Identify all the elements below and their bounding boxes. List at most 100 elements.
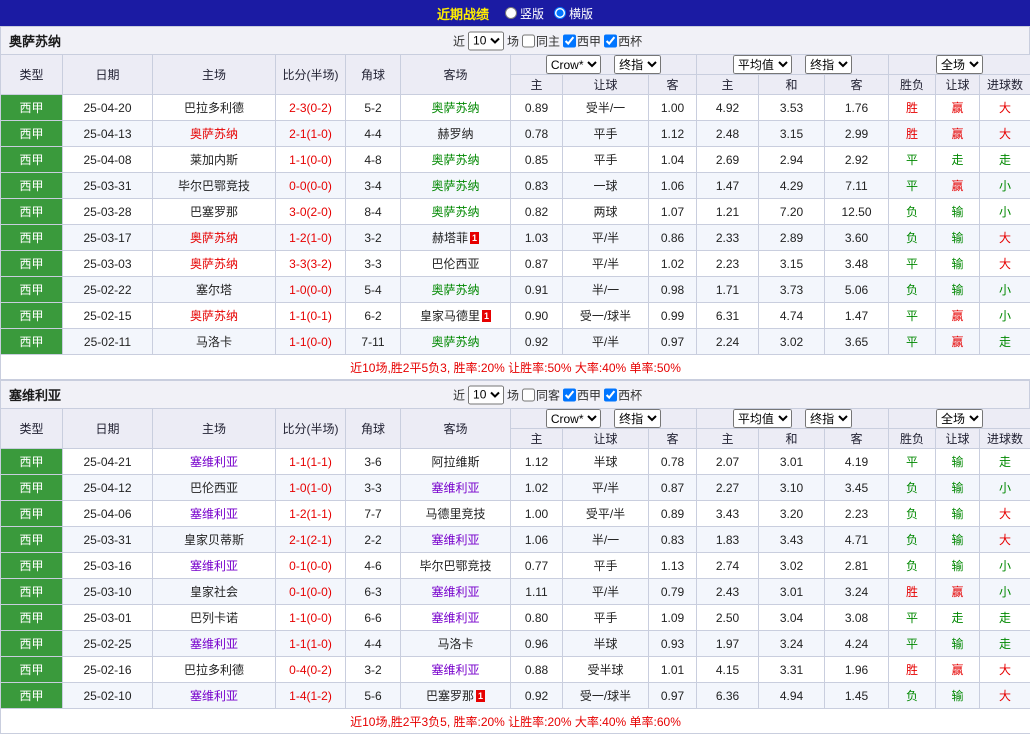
summary-text: 近10场,胜2平3负5, 胜率:20% 让胜率:20% 大率:40% 单率:60… — [1, 709, 1030, 734]
col-header-away: 客场 — [401, 55, 511, 95]
league-checkbox[interactable] — [563, 34, 576, 47]
corner-cell: 3-4 — [346, 173, 401, 199]
fulltime-select[interactable]: 全场 — [936, 409, 983, 428]
result-goals-cell: 小 — [980, 553, 1030, 579]
league-cell: 西甲 — [1, 501, 63, 527]
league-cell: 西甲 — [1, 631, 63, 657]
team-link[interactable]: 巴塞罗那 — [426, 689, 474, 703]
europe-away-odds-cell: 1.96 — [825, 657, 889, 683]
europe-stage-select[interactable]: 终指 — [805, 409, 852, 428]
team-link[interactable]: 塞维利亚 — [190, 507, 238, 521]
team-link[interactable]: 塞维利亚 — [431, 533, 479, 547]
team-link[interactable]: 巴塞罗那 — [190, 205, 238, 219]
team-link[interactable]: 莱加内斯 — [190, 153, 238, 167]
team-link[interactable]: 赫罗纳 — [437, 127, 473, 141]
team-link[interactable]: 奥萨苏纳 — [190, 257, 238, 271]
team-link[interactable]: 奥萨苏纳 — [431, 179, 479, 193]
same-venue-checkbox[interactable] — [522, 34, 535, 47]
league-cell: 西甲 — [1, 147, 63, 173]
team-link[interactable]: 奥萨苏纳 — [190, 309, 238, 323]
team-link[interactable]: 马洛卡 — [196, 335, 232, 349]
team-link[interactable]: 巴伦西亚 — [190, 481, 238, 495]
score-cell: 1-2(1-1) — [276, 501, 346, 527]
bookmaker-select[interactable]: Crow* — [546, 55, 601, 74]
league-cell: 西甲 — [1, 277, 63, 303]
team-link[interactable]: 奥萨苏纳 — [431, 335, 479, 349]
asia-stage-select[interactable]: 终指 — [614, 409, 661, 428]
team-link[interactable]: 塞尔塔 — [196, 283, 232, 297]
europe-avg-select[interactable]: 平均值 — [733, 409, 792, 428]
team-link[interactable]: 塞维利亚 — [431, 585, 479, 599]
layout-radio-vertical[interactable]: 竖版 — [505, 5, 544, 22]
layout-radio-vertical-input[interactable] — [505, 7, 517, 19]
asia-home-odds-cell: 0.88 — [511, 657, 563, 683]
europe-avg-select[interactable]: 平均值 — [733, 55, 792, 74]
league-checkbox-wrap[interactable]: 西甲 — [563, 386, 601, 403]
corner-cell: 4-4 — [346, 631, 401, 657]
asia-away-odds-cell: 0.97 — [649, 329, 697, 355]
same-venue-checkbox-wrap[interactable]: 同客 — [522, 386, 560, 403]
team-link[interactable]: 马德里竞技 — [425, 507, 485, 521]
home-team-cell: 巴拉多利德 — [153, 95, 276, 121]
same-venue-checkbox[interactable] — [522, 388, 535, 401]
same-venue-checkbox-wrap[interactable]: 同主 — [522, 32, 560, 49]
team-link[interactable]: 巴拉多利德 — [184, 101, 244, 115]
match-row: 西甲25-04-08莱加内斯1-1(0-0)4-8奥萨苏纳0.85平手1.042… — [1, 147, 1030, 173]
result-handicap-cell: 赢 — [936, 657, 980, 683]
col-header-type: 类型 — [1, 409, 63, 449]
team-link[interactable]: 阿拉维斯 — [431, 455, 479, 469]
team-link[interactable]: 巴拉多利德 — [184, 663, 244, 677]
team-link[interactable]: 巴伦西亚 — [431, 257, 479, 271]
score-cell: 2-3(0-2) — [276, 95, 346, 121]
europe-stage-select[interactable]: 终指 — [805, 55, 852, 74]
team-link[interactable]: 塞维利亚 — [431, 663, 479, 677]
europe-away-odds-cell: 7.11 — [825, 173, 889, 199]
recent-count-select[interactable]: 10 — [468, 31, 504, 50]
asia-away-odds-cell: 1.01 — [649, 657, 697, 683]
team-link[interactable]: 奥萨苏纳 — [190, 127, 238, 141]
result-handicap-cell: 输 — [936, 277, 980, 303]
team-link[interactable]: 塞维利亚 — [190, 559, 238, 573]
team-link[interactable]: 皇家社会 — [190, 585, 238, 599]
result-wdl-cell: 胜 — [889, 579, 936, 605]
league-checkbox-wrap[interactable]: 西甲 — [563, 32, 601, 49]
team-link[interactable]: 赫塔菲 — [432, 231, 468, 245]
result-handicap-cell: 赢 — [936, 95, 980, 121]
cup-checkbox[interactable] — [604, 388, 617, 401]
date-cell: 25-03-28 — [63, 199, 153, 225]
result-goals-cell: 大 — [980, 501, 1030, 527]
team-link[interactable]: 毕尔巴鄂竞技 — [419, 559, 491, 573]
handicap-cell: 半球 — [563, 631, 649, 657]
team-link[interactable]: 毕尔巴鄂竞技 — [178, 179, 250, 193]
cup-checkbox[interactable] — [604, 34, 617, 47]
layout-radio-horizontal[interactable]: 横版 — [554, 5, 593, 22]
handicap-cell: 平/半 — [563, 475, 649, 501]
team-link[interactable]: 塞维利亚 — [431, 611, 479, 625]
cup-checkbox-wrap[interactable]: 西杯 — [604, 32, 642, 49]
team-link[interactable]: 塞维利亚 — [190, 637, 238, 651]
layout-radio-horizontal-input[interactable] — [554, 7, 566, 19]
result-handicap-cell: 输 — [936, 199, 980, 225]
team-link[interactable]: 奥萨苏纳 — [431, 283, 479, 297]
team-link[interactable]: 奥萨苏纳 — [431, 205, 479, 219]
recent-count-select[interactable]: 10 — [468, 385, 504, 404]
team-link[interactable]: 皇家马德里 — [420, 309, 480, 323]
team-link[interactable]: 塞维利亚 — [190, 689, 238, 703]
team-link[interactable]: 奥萨苏纳 — [190, 231, 238, 245]
team-link[interactable]: 塞维利亚 — [190, 455, 238, 469]
team-link[interactable]: 巴列卡诺 — [190, 611, 238, 625]
league-checkbox[interactable] — [563, 388, 576, 401]
league-cell: 西甲 — [1, 475, 63, 501]
team-link[interactable]: 塞维利亚 — [431, 481, 479, 495]
fulltime-select[interactable]: 全场 — [936, 55, 983, 74]
asia-stage-select[interactable]: 终指 — [614, 55, 661, 74]
result-handicap-cell: 输 — [936, 527, 980, 553]
subcol-euro-draw: 和 — [759, 429, 825, 449]
team-link[interactable]: 马洛卡 — [437, 637, 473, 651]
cup-checkbox-wrap[interactable]: 西杯 — [604, 386, 642, 403]
team-link[interactable]: 奥萨苏纳 — [431, 101, 479, 115]
team-link[interactable]: 皇家贝蒂斯 — [184, 533, 244, 547]
handicap-cell: 两球 — [563, 199, 649, 225]
team-link[interactable]: 奥萨苏纳 — [431, 153, 479, 167]
bookmaker-select[interactable]: Crow* — [546, 409, 601, 428]
